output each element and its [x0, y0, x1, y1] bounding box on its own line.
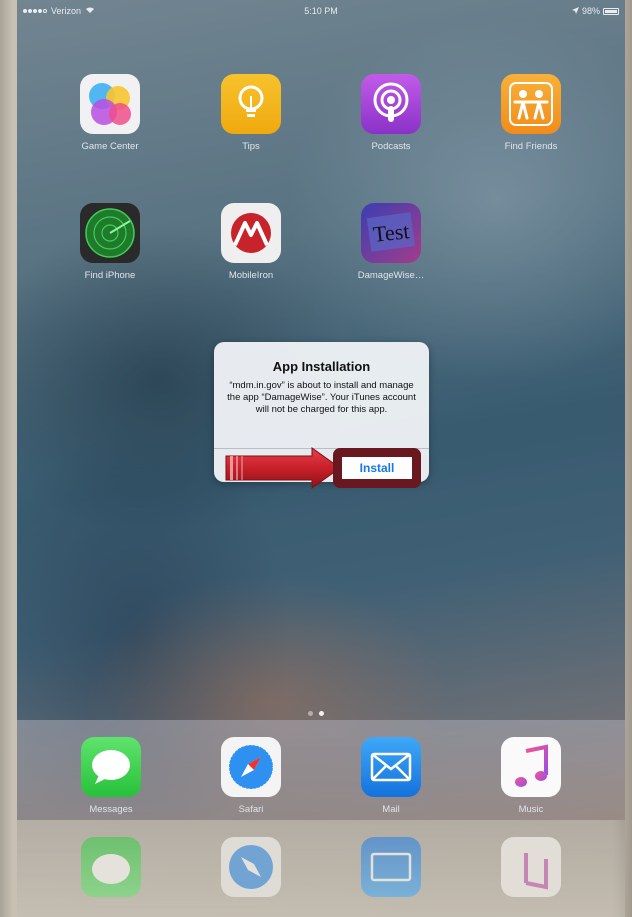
find-iphone-icon — [80, 203, 140, 263]
game-center-icon — [80, 74, 140, 134]
alert-message: “mdm.in.gov” is about to install and man… — [227, 380, 416, 415]
install-button[interactable]: Install — [340, 455, 414, 481]
app-podcasts[interactable]: Podcasts — [346, 74, 436, 152]
app-game-center[interactable]: Game Center — [65, 74, 155, 152]
reflected-messages-icon — [66, 837, 156, 897]
dock: Messages Safari Mail Music — [17, 720, 625, 820]
alert-title: App Installation — [272, 359, 371, 374]
annotation-arrow-icon — [225, 447, 341, 489]
app-damagewise[interactable]: Test DamageWise… — [346, 203, 436, 281]
app-label: Game Center — [81, 141, 139, 152]
battery-icon — [603, 7, 619, 15]
app-label: DamageWise… — [357, 270, 425, 281]
app-label: Mail — [382, 804, 400, 815]
page-indicator[interactable] — [0, 711, 632, 716]
status-time: 5:10 PM — [304, 6, 338, 16]
app-label: Find iPhone — [84, 270, 136, 281]
reflected-mail-icon — [346, 837, 436, 897]
status-left: Verizon — [23, 6, 95, 16]
status-right: 98% — [571, 6, 619, 16]
tips-icon — [221, 74, 281, 134]
app-label: Find Friends — [504, 141, 558, 152]
page-dot — [308, 711, 313, 716]
app-label: Safari — [238, 804, 264, 815]
wifi-icon — [85, 6, 95, 16]
app-mail[interactable]: Mail — [346, 737, 436, 815]
mail-icon — [361, 737, 421, 797]
location-arrow-icon — [571, 6, 579, 16]
app-find-friends[interactable]: Find Friends — [486, 74, 576, 152]
reflected-music-icon — [486, 837, 576, 897]
find-friends-icon — [501, 74, 561, 134]
app-music[interactable]: Music — [486, 737, 576, 815]
damagewise-icon: Test — [361, 203, 421, 263]
dock-reflection — [17, 820, 625, 917]
safari-icon — [221, 737, 281, 797]
reflection-content — [17, 820, 625, 914]
carrier-label: Verizon — [51, 6, 82, 16]
podcasts-icon — [361, 74, 421, 134]
damagewise-icon-text: Test — [371, 218, 411, 247]
status-bar: Verizon 5:10 PM 98% — [17, 0, 625, 22]
music-icon — [501, 737, 561, 797]
app-mobileiron[interactable]: MobileIron — [206, 203, 296, 281]
app-safari[interactable]: Safari — [206, 737, 296, 815]
messages-icon — [81, 737, 141, 797]
signal-strength-icon — [23, 9, 47, 13]
app-label: Music — [518, 804, 544, 815]
app-tips[interactable]: Tips — [206, 74, 296, 152]
app-label: Messages — [89, 804, 133, 815]
app-label: Podcasts — [371, 141, 411, 152]
install-button-highlight: Install — [333, 448, 421, 488]
mobileiron-icon — [221, 203, 281, 263]
reflected-safari-icon — [206, 837, 296, 897]
app-messages[interactable]: Messages — [66, 737, 156, 815]
app-label: MobileIron — [228, 270, 274, 281]
battery-percent: 98% — [581, 6, 600, 16]
app-find-iphone[interactable]: Find iPhone — [65, 203, 155, 281]
page-dot-active — [319, 711, 324, 716]
app-label: Tips — [242, 141, 260, 152]
